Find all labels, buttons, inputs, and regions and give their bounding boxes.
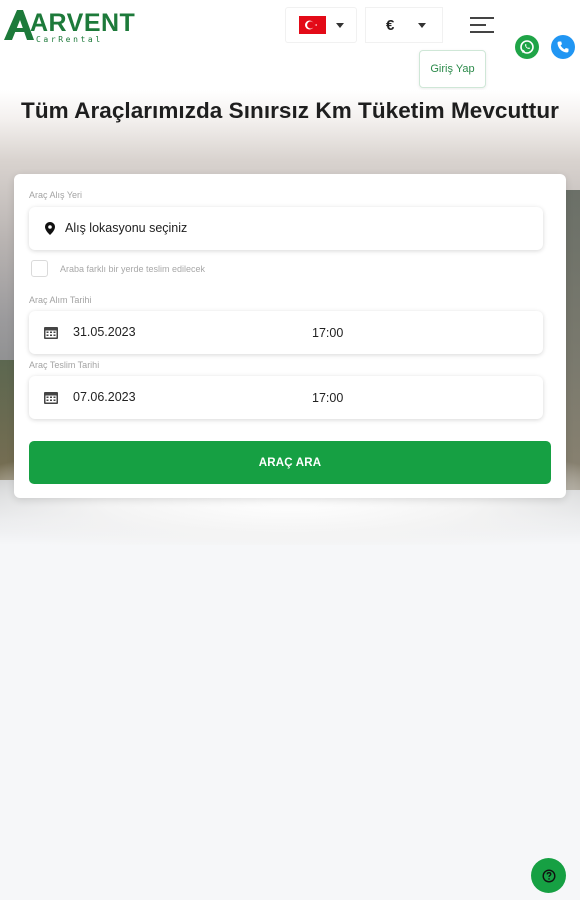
calendar-icon	[44, 327, 58, 339]
pickup-datetime-field[interactable]: 31.05.2023 17:00	[29, 311, 543, 354]
calendar-icon	[44, 392, 58, 404]
currency-value: €	[386, 16, 395, 34]
chevron-down-icon	[418, 22, 426, 28]
brand-name: ARVENT	[30, 9, 136, 37]
login-button[interactable]: Giriş Yap	[419, 50, 486, 88]
brand-tagline: CarRental	[36, 35, 103, 44]
phone-icon[interactable]	[551, 35, 575, 59]
different-dropoff-option: Araba farklı bir yerde teslim edilecek	[31, 260, 205, 277]
turkey-flag-icon	[298, 16, 326, 34]
pickup-time-value[interactable]: 17:00	[312, 311, 343, 356]
car-search-form: Araç Alış Yeri Alış lokasyonu seçiniz Ar…	[14, 174, 566, 498]
pickup-location-label: Araç Alış Yeri	[29, 190, 83, 200]
language-selector[interactable]	[286, 8, 356, 42]
site-header: ARVENT CarRental € Giriş Yap	[0, 0, 580, 90]
chevron-down-icon	[335, 22, 344, 28]
currency-selector[interactable]: €	[366, 8, 442, 42]
different-dropoff-label: Araba farklı bir yerde teslim edilecek	[60, 263, 206, 274]
return-time-value[interactable]: 17:00	[312, 376, 343, 421]
help-icon[interactable]	[531, 858, 566, 893]
return-datetime-field[interactable]: 07.06.2023 17:00	[29, 376, 543, 419]
pickup-date-value[interactable]: 31.05.2023	[73, 311, 136, 353]
map-pin-icon	[45, 222, 55, 235]
whatsapp-icon[interactable]	[515, 35, 539, 59]
return-date-value[interactable]: 07.06.2023	[73, 376, 136, 418]
return-date-label: Araç Teslim Tarihi	[29, 360, 100, 370]
search-cars-button[interactable]: ARAÇ ARA	[29, 441, 551, 484]
hero-title: Tüm Araçlarımızda Sınırsız Km Tüketim Me…	[21, 98, 559, 123]
pickup-location-select[interactable]: Alış lokasyonu seçiniz	[29, 207, 543, 250]
pickup-date-label: Araç Alım Tarihi	[29, 295, 92, 305]
different-dropoff-checkbox[interactable]	[31, 260, 48, 277]
pickup-location-value: Alış lokasyonu seçiniz	[65, 221, 188, 235]
brand-logo[interactable]: ARVENT CarRental	[4, 8, 136, 44]
hamburger-menu-icon[interactable]	[470, 15, 494, 35]
